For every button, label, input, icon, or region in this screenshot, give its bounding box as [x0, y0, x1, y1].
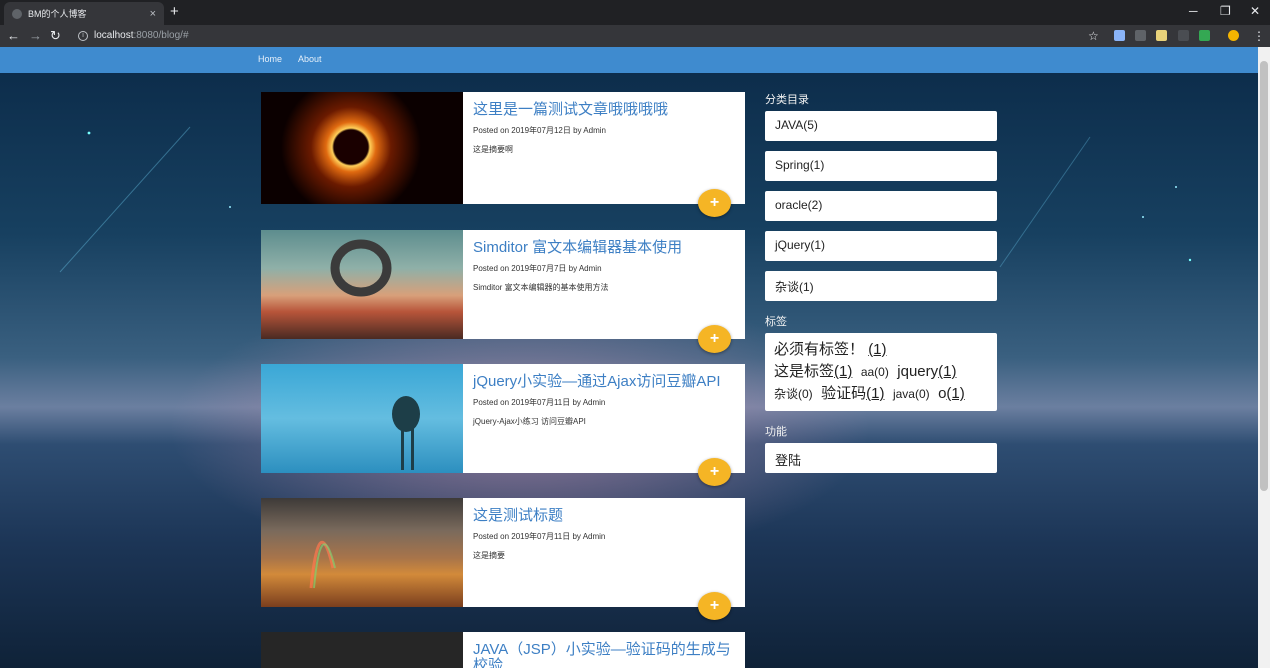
read-more-plus-button[interactable]: + — [698, 592, 731, 620]
post-excerpt: 这是摘要啊 — [473, 145, 513, 154]
post-thumbnail[interactable] — [261, 632, 463, 668]
category-item[interactable]: jQuery(1) — [765, 231, 997, 261]
url-host: localhost — [94, 30, 134, 41]
blog-page: Home About 这里是一篇测试文章哦哦哦哦 Posted on 2019年… — [0, 47, 1258, 668]
post-thumbnail[interactable] — [261, 498, 463, 607]
reload-icon[interactable]: ↻ — [50, 28, 61, 44]
post-title-link[interactable]: Simditor 富文本编辑器基本使用 — [473, 240, 735, 256]
nav-home-link[interactable]: Home — [258, 54, 282, 64]
tag-link[interactable]: 杂谈(0) — [774, 387, 813, 401]
post-card: jQuery小实验—通过Ajax访问豆瓣API Posted on 2019年0… — [261, 364, 745, 473]
extension-icon[interactable] — [1199, 30, 1210, 41]
profile-avatar[interactable] — [1228, 30, 1239, 41]
post-thumbnail[interactable] — [261, 92, 463, 204]
page-scrollbar[interactable] — [1258, 47, 1270, 668]
post-card: JAVA（JSP）小实验—验证码的生成与校验 — [261, 632, 745, 668]
extension-icon[interactable] — [1156, 30, 1167, 41]
post-card: 这里是一篇测试文章哦哦哦哦 Posted on 2019年07月12日 by A… — [261, 92, 745, 204]
post-excerpt: 这是摘要 — [473, 551, 505, 560]
post-title-link[interactable]: JAVA（JSP）小实验—验证码的生成与校验 — [473, 642, 735, 668]
tags-heading: 标签 — [765, 316, 787, 328]
close-tab-icon[interactable]: × — [150, 8, 156, 20]
tag-link[interactable]: aa(0) — [861, 365, 889, 379]
extension-icon[interactable] — [1114, 30, 1125, 41]
category-item[interactable]: Spring(1) — [765, 151, 997, 181]
category-item[interactable]: oracle(2) — [765, 191, 997, 221]
tag-link[interactable]: 验证码(1) — [821, 385, 884, 402]
category-item[interactable]: 杂谈(1) — [765, 271, 997, 301]
globe-icon — [12, 8, 22, 19]
post-meta: Posted on 2019年07月11日 by Admin — [473, 532, 606, 541]
post-thumbnail[interactable] — [261, 364, 463, 473]
tab-title: BM的个人博客 — [28, 9, 87, 19]
browser-tab-bar: BM的个人博客 × + ─ ❐ ✕ — [0, 0, 1270, 25]
post-thumbnail[interactable] — [261, 230, 463, 339]
post-excerpt: Simditor 富文本编辑器的基本使用方法 — [473, 283, 609, 292]
chrome-menu-icon[interactable]: ⋮ — [1253, 28, 1265, 44]
login-link[interactable]: 登陆 — [765, 443, 997, 473]
post-title-link[interactable]: jQuery小实验—通过Ajax访问豆瓣API — [473, 374, 735, 390]
post-meta: Posted on 2019年07月7日 by Admin — [473, 264, 602, 273]
post-title-link[interactable]: 这是测试标题 — [473, 508, 735, 524]
url-field[interactable]: i localhost:8080/blog/# — [78, 27, 189, 45]
tag-link[interactable]: java(0) — [893, 387, 930, 401]
minimize-icon[interactable]: ─ — [1189, 4, 1198, 18]
restore-icon[interactable]: ❐ — [1220, 4, 1231, 18]
post-card: 这是测试标题 Posted on 2019年07月11日 by Admin 这是… — [261, 498, 745, 607]
tag-cloud: 必须有标签！ (1) 这是标签(1) aa(0) jquery(1) 杂谈(0)… — [765, 333, 997, 411]
tag-link[interactable]: 这是标签(1) — [774, 363, 852, 380]
tag-link[interactable]: 必须有标签！ (1) — [774, 341, 887, 358]
tag-link[interactable]: o(1) — [938, 385, 965, 402]
post-card: Simditor 富文本编辑器基本使用 Posted on 2019年07月7日… — [261, 230, 745, 339]
address-bar: ← → ↻ i localhost:8080/blog/# ☆ ⋮ — [0, 25, 1270, 47]
back-icon[interactable]: ← — [7, 28, 20, 44]
browser-tab[interactable]: BM的个人博客 × — [4, 2, 164, 25]
read-more-plus-button[interactable]: + — [698, 458, 731, 486]
close-window-icon[interactable]: ✕ — [1250, 4, 1260, 18]
url-path: :8080/blog/# — [133, 30, 189, 41]
functions-heading: 功能 — [765, 426, 787, 438]
post-title-link[interactable]: 这里是一篇测试文章哦哦哦哦 — [473, 102, 735, 118]
star-icon[interactable]: ☆ — [1088, 28, 1099, 44]
tag-link[interactable]: jquery(1) — [897, 363, 956, 380]
extension-icon[interactable] — [1135, 30, 1146, 41]
category-item[interactable]: JAVA(5) — [765, 111, 997, 141]
extension-icon[interactable] — [1178, 30, 1189, 41]
nav-about-link[interactable]: About — [298, 54, 322, 64]
scrollbar-thumb[interactable] — [1260, 61, 1268, 491]
categories-heading: 分类目录 — [765, 94, 809, 106]
info-icon[interactable]: i — [78, 31, 88, 41]
post-meta: Posted on 2019年07月11日 by Admin — [473, 398, 606, 407]
read-more-plus-button[interactable]: + — [698, 189, 731, 217]
forward-icon[interactable]: → — [29, 28, 42, 44]
read-more-plus-button[interactable]: + — [698, 325, 731, 353]
post-meta: Posted on 2019年07月12日 by Admin — [473, 126, 606, 135]
new-tab-button[interactable]: + — [170, 4, 179, 20]
site-navbar: Home About — [0, 47, 1258, 73]
post-excerpt: jQuery-Ajax小练习 访问豆瓣API — [473, 417, 586, 426]
